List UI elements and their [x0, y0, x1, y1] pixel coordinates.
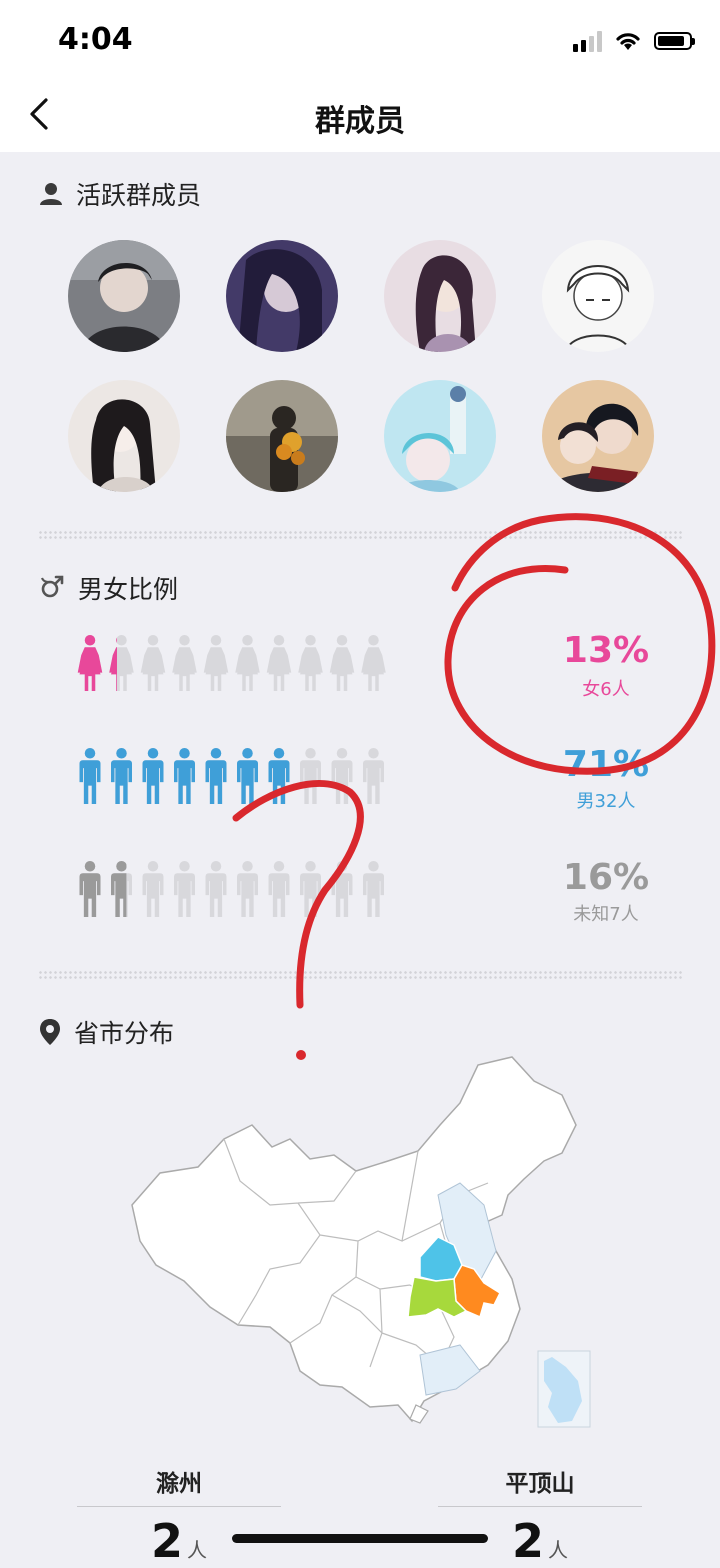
person-figure-empty: [237, 861, 258, 917]
section-divider: [38, 530, 682, 540]
active-members-header: 活跃群成员: [38, 176, 201, 212]
unknown-count: 未知7人: [573, 904, 639, 925]
female-percent: 13%: [562, 630, 650, 671]
person-figure-empty: [331, 748, 353, 804]
female-figure-row: [76, 630, 396, 696]
city-item-pingdingshan[interactable]: 平顶山 2人: [438, 1464, 642, 1568]
person-figure-filled: [174, 748, 195, 804]
person-figure-empty: [268, 861, 290, 917]
person-figure-empty: [140, 635, 166, 691]
city-divider: [438, 1506, 642, 1507]
cellular-signal-icon: [573, 30, 602, 52]
person-figure-empty: [300, 748, 321, 804]
male-percent: 71%: [562, 744, 650, 785]
person-figure-filled: [237, 748, 258, 804]
person-figure-filled: [79, 861, 101, 917]
region-header: 省市分布: [38, 1014, 174, 1050]
person-figure-filled: [268, 748, 290, 804]
home-indicator: [232, 1534, 488, 1543]
member-avatar[interactable]: [226, 380, 338, 492]
member-avatar[interactable]: [226, 240, 338, 352]
person-figure-filled: [111, 748, 132, 804]
status-icons: [573, 30, 695, 52]
person-figure-empty: [363, 861, 384, 917]
city-count-unit: 人: [548, 1538, 568, 1562]
member-avatar[interactable]: [384, 240, 496, 352]
gender-icon: [40, 575, 64, 598]
city-count-unit: 人: [187, 1538, 207, 1562]
status-time: 4:04: [58, 22, 133, 57]
status-bar: 4:04: [0, 0, 720, 80]
person-figure-empty: [361, 635, 386, 691]
gender-ratio-header: 男女比例: [38, 570, 178, 606]
member-avatar[interactable]: [68, 380, 180, 492]
person-figure-empty: [174, 861, 195, 917]
city-item-chuzhou[interactable]: 滁州 2人: [77, 1464, 281, 1568]
person-icon: [40, 183, 62, 205]
person-figure-empty: [205, 861, 227, 917]
section-divider: [38, 970, 682, 980]
person-figure-empty: [298, 635, 323, 691]
female-count: 女6人: [582, 679, 630, 700]
member-avatar[interactable]: [68, 240, 180, 352]
battery-icon: [654, 32, 695, 50]
nav-bar: 群成员: [0, 80, 720, 152]
person-figure-empty: [172, 635, 197, 691]
wifi-icon: [616, 33, 640, 50]
person-figure-empty: [300, 861, 321, 917]
person-figure-empty: [235, 635, 260, 691]
gender-ratio-title: 男女比例: [78, 575, 179, 604]
active-members-title: 活跃群成员: [76, 181, 202, 210]
person-figure-empty: [363, 748, 384, 804]
person-figure-empty: [142, 861, 164, 917]
person-figure-filled: [142, 748, 164, 804]
city-count-number: 2: [150, 1514, 183, 1568]
city-divider: [77, 1506, 281, 1507]
person-figure-filled: [77, 635, 103, 691]
person-figure-filled: [205, 748, 227, 804]
person-figure-empty: [203, 635, 229, 691]
person-figure-filled: [79, 748, 101, 804]
person-figure-empty: [266, 635, 292, 691]
city-name: 平顶山: [505, 1471, 575, 1497]
city-name: 滁州: [156, 1471, 202, 1497]
china-province-map[interactable]: [120, 1055, 600, 1435]
page-title: 群成员: [315, 104, 405, 139]
member-avatar[interactable]: [542, 240, 654, 352]
location-pin-icon: [40, 1019, 60, 1045]
male-figure-row: [76, 743, 396, 809]
unknown-figure-row: [76, 856, 396, 922]
person-figure-empty: [329, 635, 355, 691]
region-title: 省市分布: [74, 1019, 175, 1048]
person-figure-empty: [331, 861, 353, 917]
unknown-percent: 16%: [562, 857, 650, 898]
male-count: 男32人: [576, 791, 636, 812]
city-count-number: 2: [511, 1514, 544, 1568]
member-avatar[interactable]: [542, 380, 654, 492]
member-avatar[interactable]: [384, 380, 496, 492]
